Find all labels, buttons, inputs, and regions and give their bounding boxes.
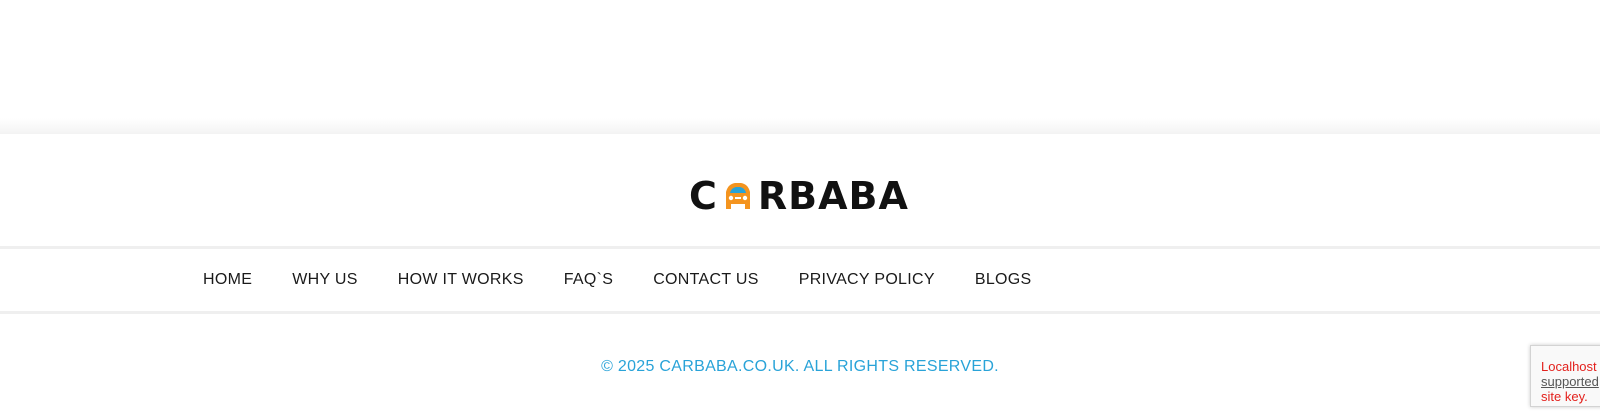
logo-letters-rest: RBABA xyxy=(757,174,909,218)
recaptcha-error-link[interactable]: supported xyxy=(1541,374,1600,389)
nav-item-faqs[interactable]: FAQ`S xyxy=(564,271,614,289)
recaptcha-error-line-3: site key. xyxy=(1541,389,1588,404)
carbaba-logo[interactable]: C RBABA xyxy=(689,174,909,218)
car-icon xyxy=(725,183,750,209)
footer-nav-bar: HOME WHY US HOW IT WORKS FAQ`S CONTACT U… xyxy=(0,246,1600,314)
nav-item-how-it-works[interactable]: HOW IT WORKS xyxy=(398,271,524,289)
copyright-text: © 2025 CARBABA.CO.UK. ALL RIGHTS RESERVE… xyxy=(601,358,999,375)
page: C RBABA HOME WHY US HOW IT WORKS FAQ`S C… xyxy=(0,0,1600,420)
footer-top-shadow xyxy=(0,118,1600,134)
nav-item-privacy-policy[interactable]: PRIVACY POLICY xyxy=(799,271,935,289)
logo-band: C RBABA xyxy=(0,134,1600,246)
recaptcha-error-line-1: Localhost xyxy=(1541,359,1597,374)
logo-letter-c: C xyxy=(689,174,718,218)
nav-item-why-us[interactable]: WHY US xyxy=(292,271,358,289)
nav-item-blogs[interactable]: BLOGS xyxy=(975,271,1032,289)
nav-item-contact-us[interactable]: CONTACT US xyxy=(653,271,759,289)
top-blank-area xyxy=(0,0,1600,131)
recaptcha-badge[interactable]: Localhost supported site key. xyxy=(1530,345,1600,407)
nav-item-home[interactable]: HOME xyxy=(203,271,252,289)
footer-nav: HOME WHY US HOW IT WORKS FAQ`S CONTACT U… xyxy=(203,249,1071,311)
